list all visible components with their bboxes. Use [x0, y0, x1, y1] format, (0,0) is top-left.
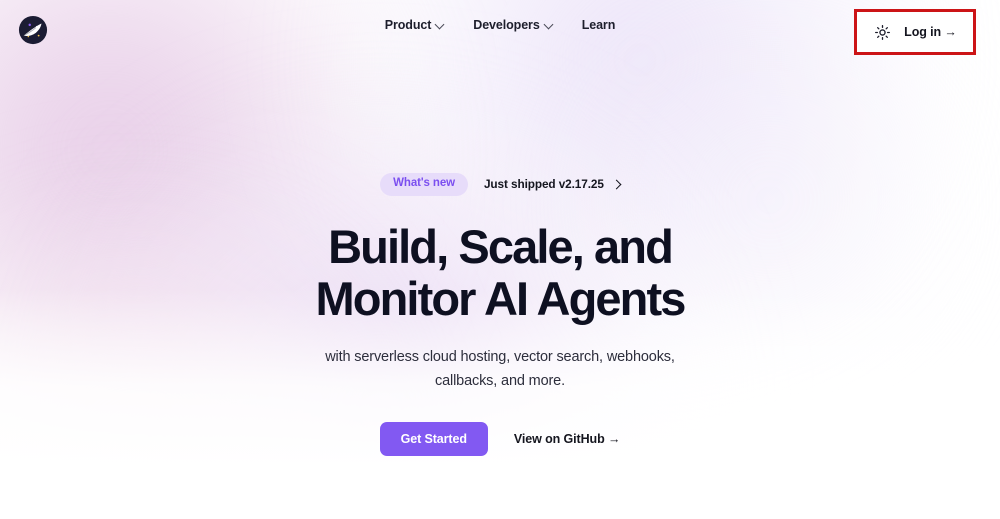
chevron-down-icon [545, 20, 554, 29]
whats-new-badge[interactable]: What's new [380, 173, 468, 196]
page-title: Build, Scale, and Monitor AI Agents [315, 219, 687, 326]
chevron-right-icon [611, 179, 622, 190]
sun-icon[interactable] [873, 23, 891, 41]
view-on-github-button[interactable]: View on GitHub → [514, 432, 621, 446]
headline-line-2: Monitor AI Agents [315, 272, 687, 326]
get-started-button[interactable]: Get Started [379, 421, 488, 457]
page-subtitle: with serverless cloud hosting, vector se… [325, 348, 675, 389]
login-button[interactable]: Log in → [904, 25, 957, 39]
primary-nav: Product Developers Learn [0, 18, 1000, 32]
nav-item-developers[interactable]: Developers [473, 18, 553, 32]
header-actions: Log in → [854, 9, 976, 55]
nav-item-product[interactable]: Product [385, 18, 446, 32]
release-announcement-link[interactable]: Just shipped v2.17.25 [483, 177, 622, 192]
nav-item-learn-label: Learn [581, 18, 616, 32]
site-header: Product Developers Learn [0, 0, 1000, 60]
release-announcement-label: Just shipped v2.17.25 [483, 177, 604, 192]
announcement-banner: What's new Just shipped v2.17.25 [380, 173, 622, 196]
nav-item-product-label: Product [384, 18, 432, 32]
headline-line-1: Build, Scale, and [328, 219, 674, 273]
nav-item-learn[interactable]: Learn [582, 18, 616, 32]
nav-item-developers-label: Developers [473, 18, 540, 32]
chevron-down-icon [436, 20, 445, 29]
hero-section: What's new Just shipped v2.17.25 Build, … [0, 0, 1000, 457]
cta-group: Get Started View on GitHub → [379, 421, 621, 457]
